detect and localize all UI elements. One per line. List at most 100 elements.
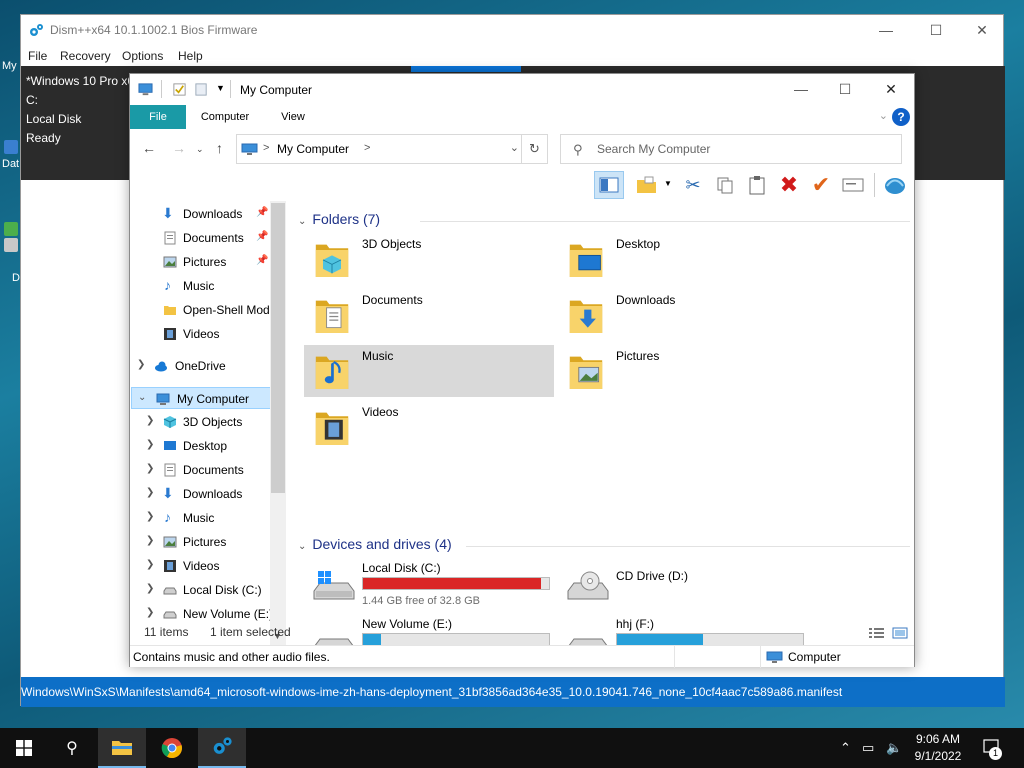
expand-arrow-icon[interactable]: ❯ — [146, 559, 156, 570]
menu-options[interactable]: Options — [122, 49, 163, 63]
tab-computer[interactable]: Computer — [192, 105, 258, 129]
folder-item[interactable]: Videos — [304, 401, 554, 453]
tab-view[interactable]: View — [270, 105, 316, 129]
start-button[interactable] — [0, 728, 48, 768]
clock[interactable]: 9:06 AM 9/1/2022 — [908, 731, 968, 765]
expand-arrow-icon[interactable]: ❯ — [146, 535, 156, 546]
nav-onedrive[interactable]: ❯ OneDrive — [130, 355, 280, 377]
refresh-button[interactable]: ↻ — [521, 135, 547, 163]
forward-button[interactable]: → — [172, 140, 186, 156]
taskbar-chrome[interactable] — [148, 728, 196, 768]
folder-item[interactable]: Downloads — [558, 289, 808, 341]
expand-arrow-icon[interactable]: ❯ — [137, 359, 147, 370]
nav-computer-child[interactable]: ❯ 3D Objects — [130, 411, 280, 433]
copy-button[interactable] — [710, 171, 740, 199]
search-button[interactable]: ⚲ — [48, 728, 96, 768]
recent-locations-icon[interactable]: ⌄ — [196, 144, 204, 155]
menu-recovery[interactable]: Recovery — [60, 49, 111, 63]
nav-quick-videos[interactable]: Videos — [130, 323, 280, 345]
notification-center-button[interactable]: 1 — [982, 738, 1004, 760]
volume-icon[interactable]: 🔈 — [886, 740, 902, 756]
menu-help[interactable]: Help — [178, 49, 203, 63]
computer-icon[interactable] — [138, 82, 153, 97]
nav-quick-pictures[interactable]: Pictures 📌 — [130, 251, 280, 273]
minimize-button[interactable]: — — [863, 15, 909, 45]
properties-button[interactable]: ✔ — [806, 171, 836, 199]
expand-arrow-icon[interactable]: ❯ — [146, 415, 156, 426]
show-hidden-icons-icon[interactable]: ⌃ — [840, 740, 851, 756]
collapse-arrow-icon[interactable]: ⌄ — [138, 392, 148, 403]
drive-item[interactable]: Local Disk (C:) 1.44 GB free of 32.8 GB — [304, 559, 554, 611]
qa-dropdown-icon[interactable]: ▼ — [216, 83, 225, 93]
nav-computer-child[interactable]: ❯ Documents — [130, 459, 280, 481]
nav-quick-downloads[interactable]: ⬇ Downloads 📌 — [130, 203, 280, 225]
new-folder-button[interactable] — [632, 171, 662, 199]
folder-item[interactable]: Music — [304, 345, 554, 397]
expand-arrow-icon[interactable]: ❯ — [146, 583, 156, 594]
expand-arrow-icon[interactable]: ❯ — [146, 463, 156, 474]
delete-button[interactable]: ✖ — [774, 171, 804, 199]
address-dropdown-icon[interactable]: ⌄ — [510, 141, 519, 154]
explorer-title-bar[interactable]: ▼ My Computer — ☐ ✕ — [130, 74, 914, 105]
scrollbar-thumb[interactable] — [271, 203, 285, 493]
dism-title-bar[interactable]: Dism++x64 10.1.1002.1 Bios Firmware — ☐ … — [21, 15, 1003, 46]
folder-item[interactable]: Desktop — [558, 233, 808, 285]
close-button[interactable]: ✕ — [959, 15, 1005, 45]
folder-item[interactable]: 3D Objects — [304, 233, 554, 285]
nav-computer-child[interactable]: ❯ Desktop — [130, 435, 280, 457]
help-button[interactable]: ? — [892, 108, 910, 126]
taskbar-file-explorer[interactable] — [98, 728, 146, 768]
taskbar-dism[interactable] — [198, 728, 246, 768]
drives-group-header[interactable]: ⌄ Devices and drives (4) — [298, 536, 452, 556]
menu-file[interactable]: File — [28, 49, 47, 63]
nav-computer-child[interactable]: ❯ ♪ Music — [130, 507, 280, 529]
paste-button[interactable] — [742, 171, 772, 199]
ribbon-expand-icon[interactable]: ⌄ — [879, 109, 888, 122]
nav-computer-child[interactable]: ❯ Local Disk (C:) — [130, 579, 280, 601]
drive-item[interactable]: hhj (F:)1.05 GB free of 1.95 GB — [558, 615, 808, 647]
up-button[interactable]: ↑ — [216, 140, 223, 156]
minimize-button[interactable]: — — [778, 74, 824, 104]
folders-group-header[interactable]: ⌄ Folders (7) — [298, 211, 380, 231]
maximize-button[interactable]: ☐ — [822, 74, 868, 104]
cut-button[interactable]: ✂ — [678, 171, 708, 199]
nav-my-computer[interactable]: ⌄ My Computer — [131, 387, 281, 409]
network-icon[interactable]: ▭ — [862, 740, 874, 756]
address-bar[interactable]: > My Computer > ⌄ ↻ — [236, 134, 548, 164]
drive-item[interactable]: CD Drive (D:) — [558, 559, 808, 611]
large-icons-view-icon[interactable] — [892, 627, 908, 639]
preview-pane-button[interactable] — [594, 171, 624, 199]
nav-quick-open-shell[interactable]: Open-Shell Mod — [130, 299, 280, 321]
expand-arrow-icon[interactable]: ❯ — [146, 487, 156, 498]
rename-button[interactable] — [838, 171, 868, 199]
tab-file[interactable]: File — [130, 105, 186, 129]
nav-computer-child[interactable]: ❯ ⬇ Downloads — [130, 483, 280, 505]
breadcrumb-my-computer[interactable]: My Computer — [277, 142, 349, 156]
drive-item[interactable]: New Volume (E:)76.3 GB free of 84.6 GB — [304, 615, 554, 647]
open-shell-button[interactable] — [880, 171, 910, 199]
nav-quick-music[interactable]: ♪ Music — [130, 275, 280, 297]
expand-arrow-icon[interactable]: ❯ — [146, 439, 156, 450]
expand-arrow-icon[interactable]: ❯ — [146, 607, 156, 618]
close-button[interactable]: ✕ — [868, 74, 914, 104]
new-folder-dropdown-icon[interactable]: ▼ — [664, 179, 672, 188]
breadcrumb-separator[interactable]: > — [263, 142, 269, 154]
nav-quick-documents[interactable]: Documents 📌 — [130, 227, 280, 249]
back-button[interactable]: ← — [142, 140, 156, 156]
folder-item[interactable]: Pictures — [558, 345, 808, 397]
folder-item[interactable]: Documents — [304, 289, 554, 341]
nav-computer-child[interactable]: ❯ Videos — [130, 555, 280, 577]
maximize-button[interactable]: ☐ — [913, 15, 959, 45]
nav-computer-child[interactable]: ❯ Pictures — [130, 531, 280, 553]
details-view-icon[interactable] — [869, 627, 885, 639]
breadcrumb-separator[interactable]: > — [364, 142, 370, 154]
search-box[interactable]: ⚲ — [560, 134, 902, 164]
search-input[interactable] — [597, 140, 887, 158]
new-item-icon[interactable] — [194, 82, 209, 97]
navigation-pane[interactable]: ⬇ Downloads 📌 Documents 📌 Pictures 📌 ♪ M… — [130, 201, 286, 647]
content-pane[interactable]: ⌄ Folders (7) 3D Objects Desktop Documents D… — [290, 201, 914, 647]
nav-computer-child[interactable]: ❯ New Volume (E:) — [130, 603, 280, 625]
properties-icon[interactable] — [172, 82, 187, 97]
nav-scrollbar[interactable]: ▼ — [270, 201, 286, 647]
expand-arrow-icon[interactable]: ❯ — [146, 511, 156, 522]
